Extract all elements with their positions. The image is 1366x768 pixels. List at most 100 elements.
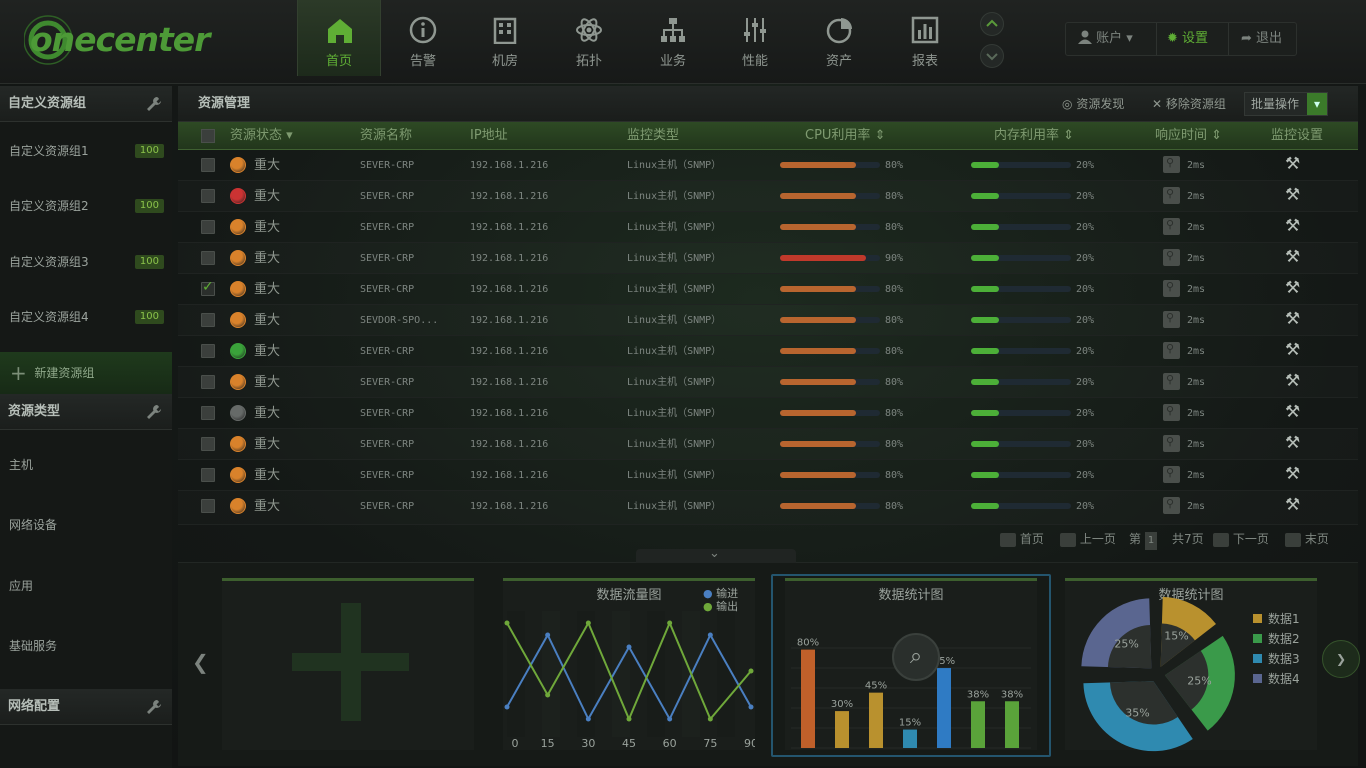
tools-icon[interactable]: ⚒ — [1285, 340, 1300, 360]
row-checkbox[interactable] — [201, 251, 215, 265]
sidebar-group-1[interactable]: 自定义资源组1 100 — [0, 124, 172, 179]
response-test-button[interactable]: ⚲ — [1163, 404, 1180, 421]
tools-icon[interactable]: ⚒ — [1285, 278, 1300, 298]
sidebar-type-app[interactable]: 应用 — [0, 559, 172, 614]
tools-icon[interactable]: ⚒ — [1285, 216, 1300, 236]
col-status[interactable]: 资源状态 ▾ — [230, 122, 293, 150]
resource-name[interactable]: SEVER-CRP — [360, 429, 414, 460]
table-row[interactable]: 重大 SEVDOR-SPO... 192.168.1.216 Linux主机（SNMP… — [178, 305, 1358, 336]
tools-icon[interactable]: ⚒ — [1285, 402, 1300, 422]
response-test-button[interactable]: ⚲ — [1163, 311, 1180, 328]
logout-button[interactable]: ➦ 退出 — [1228, 23, 1296, 55]
table-row[interactable]: 重大 SEVER-CRP 192.168.1.216 Linux主机（SNMP） 80%… — [178, 150, 1358, 181]
sidebar-group-4[interactable]: 自定义资源组4 100 — [0, 290, 172, 345]
resource-name[interactable]: SEVER-CRP — [360, 181, 414, 212]
nav-room[interactable]: 机房 — [463, 0, 547, 76]
col-cpu[interactable]: CPU利用率 ⇕ — [805, 122, 885, 150]
resource-name[interactable]: SEVDOR-SPO... — [360, 305, 438, 336]
row-checkbox[interactable]: ✓ — [201, 279, 215, 296]
row-checkbox[interactable] — [201, 344, 215, 358]
carousel-next-button[interactable]: ❯ — [1322, 640, 1360, 678]
page-number-input[interactable]: 1 — [1144, 532, 1158, 550]
response-test-button[interactable]: ⚲ — [1163, 187, 1180, 204]
table-row[interactable]: 重大 SEVER-CRP 192.168.1.216 Linux主机（SNMP） 80%… — [178, 367, 1358, 398]
nav-topo[interactable]: 拓扑 — [547, 0, 631, 76]
nav-scroll-down-button[interactable] — [980, 44, 1004, 68]
collapse-handle[interactable]: ⌄ — [636, 546, 796, 563]
resource-name[interactable]: SEVER-CRP — [360, 150, 414, 181]
table-row[interactable]: 重大 SEVER-CRP 192.168.1.216 Linux主机（SNMP） 80%… — [178, 491, 1358, 525]
tools-icon[interactable]: ⚒ — [1285, 495, 1300, 515]
resource-name[interactable]: SEVER-CRP — [360, 398, 414, 429]
resource-name[interactable]: SEVER-CRP — [360, 243, 414, 274]
wrench-icon[interactable] — [146, 96, 162, 112]
resource-name[interactable]: SEVER-CRP — [360, 367, 414, 398]
response-test-button[interactable]: ⚲ — [1163, 466, 1180, 483]
nav-home[interactable]: 首页 — [297, 0, 381, 76]
nav-alarm[interactable]: 告警 — [381, 0, 465, 76]
tools-icon[interactable]: ⚒ — [1285, 433, 1300, 453]
nav-scroll-up-button[interactable] — [980, 12, 1004, 36]
tools-icon[interactable]: ⚒ — [1285, 309, 1300, 329]
settings-button[interactable]: ✹ 设置 — [1156, 23, 1228, 55]
resource-name[interactable]: SEVER-CRP — [360, 460, 414, 491]
select-all-checkbox[interactable] — [201, 129, 215, 143]
row-checkbox[interactable] — [201, 189, 215, 203]
tools-icon[interactable]: ⚒ — [1285, 371, 1300, 391]
response-test-button[interactable]: ⚲ — [1163, 342, 1180, 359]
logo[interactable]: onecenter — [30, 20, 210, 59]
add-chart-card[interactable] — [222, 578, 474, 750]
sidebar-type-basic[interactable]: 基础服务 — [0, 619, 172, 674]
table-row[interactable]: 重大 SEVER-CRP 192.168.1.216 Linux主机（SNMP） 80%… — [178, 398, 1358, 429]
table-row[interactable]: 重大 SEVER-CRP 192.168.1.216 Linux主机（SNMP） 80%… — [178, 212, 1358, 243]
tools-icon[interactable]: ⚒ — [1285, 464, 1300, 484]
wrench-icon[interactable] — [146, 699, 162, 715]
table-row[interactable]: 重大 SEVER-CRP 192.168.1.216 Linux主机（SNMP） 90%… — [178, 243, 1358, 274]
table-row[interactable]: 重大 SEVER-CRP 192.168.1.216 Linux主机（SNMP） 80%… — [178, 429, 1358, 460]
network-config-header[interactable]: 网络配置 — [0, 689, 172, 725]
sidebar-type-network[interactable]: 网络设备 — [0, 498, 172, 553]
tools-icon[interactable]: ⚒ — [1285, 247, 1300, 267]
resource-name[interactable]: SEVER-CRP — [360, 491, 414, 522]
response-test-button[interactable]: ⚲ — [1163, 156, 1180, 173]
row-checkbox[interactable] — [201, 220, 215, 234]
sidebar-group-3[interactable]: 自定义资源组3 100 — [0, 235, 172, 290]
table-row[interactable]: ✓ 重大 SEVER-CRP 192.168.1.216 Linux主机（SNMP） 80… — [178, 274, 1358, 305]
table-row[interactable]: 重大 SEVER-CRP 192.168.1.216 Linux主机（SNMP） 80%… — [178, 336, 1358, 367]
batch-select[interactable]: 批量操作 ▾ — [1244, 92, 1328, 116]
pager-next[interactable]: 下一页 — [1213, 530, 1269, 548]
nav-asset[interactable]: 资产 — [797, 0, 881, 76]
tools-icon[interactable]: ⚒ — [1285, 154, 1300, 174]
response-test-button[interactable]: ⚲ — [1163, 218, 1180, 235]
sidebar-type-host[interactable]: 主机 — [0, 438, 172, 493]
resource-name[interactable]: SEVER-CRP — [360, 336, 414, 367]
table-row[interactable]: 重大 SEVER-CRP 192.168.1.216 Linux主机（SNMP） 80%… — [178, 181, 1358, 212]
row-checkbox[interactable] — [201, 313, 215, 327]
resource-name[interactable]: SEVER-CRP — [360, 274, 414, 305]
remove-group-button[interactable]: ✕ 移除资源组 — [1152, 86, 1226, 122]
nav-report[interactable]: 报表 — [883, 0, 967, 76]
pager-prev[interactable]: 上一页 — [1060, 530, 1116, 548]
col-mem[interactable]: 内存利用率 ⇕ — [994, 122, 1074, 150]
tools-icon[interactable]: ⚒ — [1285, 185, 1300, 205]
row-checkbox[interactable] — [201, 406, 215, 420]
carousel-prev-button[interactable]: ❮ — [192, 650, 209, 674]
response-test-button[interactable]: ⚲ — [1163, 280, 1180, 297]
pager-first[interactable]: 首页 — [1000, 530, 1044, 548]
col-resp[interactable]: 响应时间 ⇕ — [1155, 122, 1222, 150]
resource-name[interactable]: SEVER-CRP — [360, 212, 414, 243]
response-test-button[interactable]: ⚲ — [1163, 373, 1180, 390]
sidebar-group-2[interactable]: 自定义资源组2 100 — [0, 179, 172, 234]
response-test-button[interactable]: ⚲ — [1163, 497, 1180, 514]
zoom-button[interactable]: ⌕ — [892, 633, 940, 681]
table-row[interactable]: 重大 SEVER-CRP 192.168.1.216 Linux主机（SNMP） 80%… — [178, 460, 1358, 491]
new-group-button[interactable]: + 新建资源组 — [0, 352, 172, 394]
row-checkbox[interactable] — [201, 437, 215, 451]
pager-last[interactable]: 末页 — [1285, 530, 1329, 548]
response-test-button[interactable]: ⚲ — [1163, 435, 1180, 452]
wrench-icon[interactable] — [146, 404, 162, 420]
row-checkbox[interactable] — [201, 158, 215, 172]
discover-button[interactable]: ◎ 资源发现 — [1062, 86, 1124, 122]
row-checkbox[interactable] — [201, 375, 215, 389]
account-button[interactable]: 账户 ▾ — [1066, 23, 1156, 55]
